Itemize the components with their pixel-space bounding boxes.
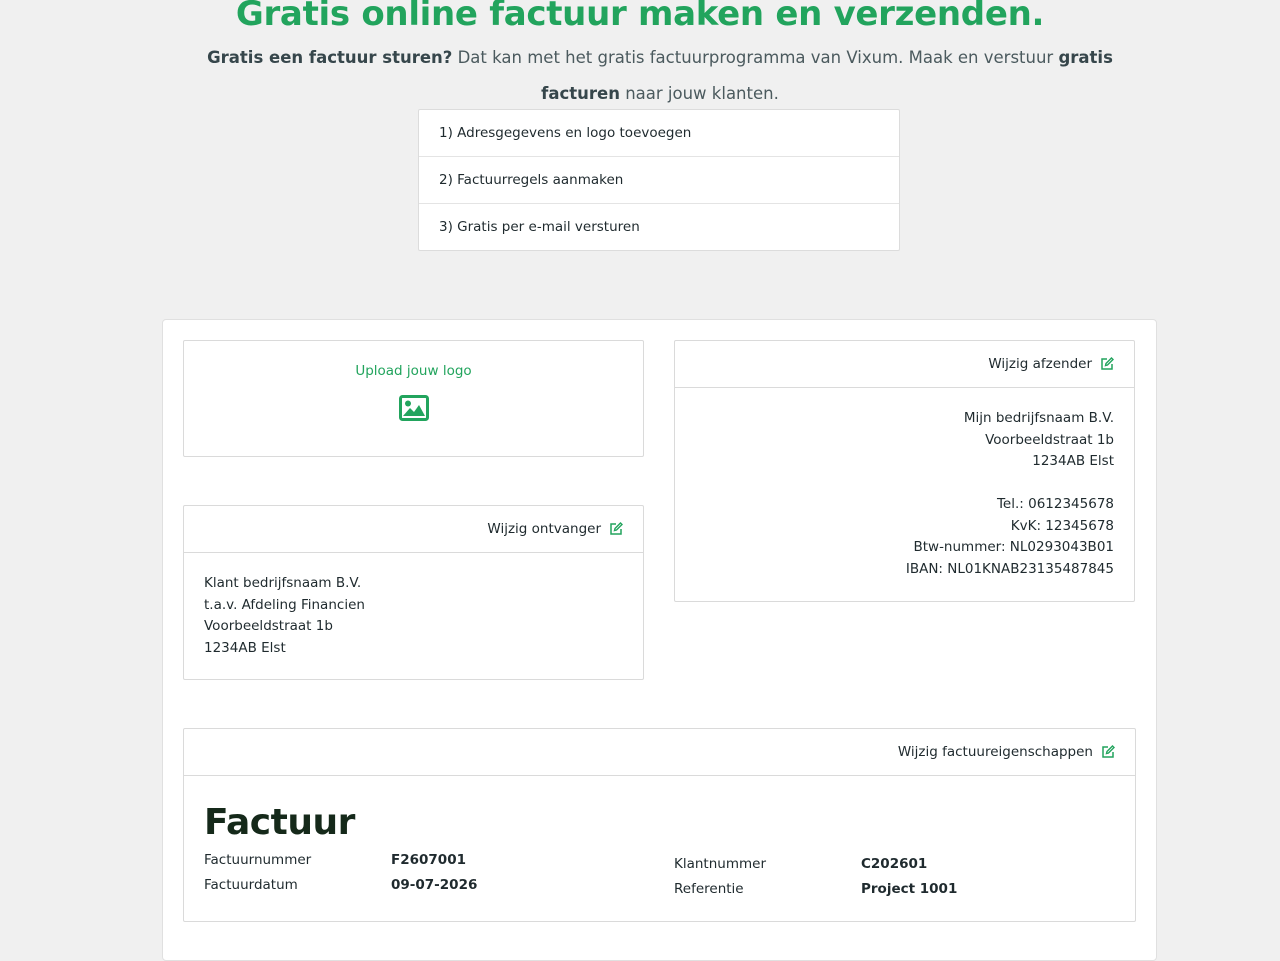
invoice-title: Factuur [204,802,355,843]
step-item-2: 2) Factuurregels aanmaken [419,157,899,204]
sender-line: Btw-nummer: NL0293043B01 [913,539,1114,555]
sender-line: Tel.: 0612345678 [996,496,1114,512]
subtitle-text-2: naar jouw klanten. [619,84,779,103]
sender-line: Mijn bedrijfsnaam B.V. [963,410,1114,426]
sender-line: KvK: 12345678 [1010,517,1114,534]
edit-recipient-link[interactable]: Wijzig ontvanger [487,521,601,537]
recipient-line: Voorbeeldstraat 1b [204,618,333,634]
edit-icon[interactable] [1101,745,1115,759]
customer-number-label: Klantnummer [674,856,766,872]
reference-label: Referentie [674,881,744,897]
logo-upload-box[interactable]: Upload jouw logo [183,340,644,457]
recipient-line: 1234AB Elst [204,639,286,656]
upload-logo-link[interactable]: Upload jouw logo [184,363,643,379]
invoice-number-value: F2607001 [391,852,466,868]
subtitle-bold-1: Gratis een factuur sturen? [207,48,453,67]
step-item-3: 3) Gratis per e-mail versturen [439,219,640,235]
recipient-line: Klant bedrijfsnaam B.V. [204,575,362,591]
sender-header[interactable]: Wijzig afzender [675,341,1134,388]
customer-number-value: C202601 [861,856,928,872]
invoice-properties-header[interactable]: Wijzig factuureigenschappen [184,729,1135,776]
invoice-number-label: Factuurnummer [204,852,312,868]
edit-icon[interactable] [609,522,623,536]
page-title: Gratis online factuur maken en verzenden… [235,0,1045,34]
sender-address: Mijn bedrijfsnaam B.V. Voorbeeldstraat 1… [675,388,1134,580]
edit-invoice-properties-link[interactable]: Wijzig factuureigenschappen [898,744,1093,760]
invoice-date-label: Factuurdatum [204,877,298,893]
recipient-box: Wijzig ontvanger Klant bedrijfsnaam B.V.… [183,505,644,680]
invoice-editor-card: Upload jouw logo Wijzig ontvanger Klant … [162,319,1157,961]
sender-spacer [695,473,1114,495]
invoice-properties-box: Wijzig factuureigenschappen Factuur Fact… [183,728,1136,922]
recipient-address: Klant bedrijfsnaam B.V. t.a.v. Afdeling … [184,553,643,659]
invoice-meta-right: Klantnummer C202601 Referentie Project 1… [674,852,1074,902]
recipient-header[interactable]: Wijzig ontvanger [184,506,643,553]
edit-icon[interactable] [1100,357,1114,371]
steps-list: 1) Adresgegevens en logo toevoegen 2) Fa… [418,109,900,251]
sender-box: Wijzig afzender Mijn bedrijfsnaam B.V. V… [674,340,1135,602]
invoice-meta-left: Factuurnummer F2607001 Factuurdatum 09-0… [204,848,604,898]
image-icon[interactable] [398,395,429,421]
reference-value: Project 1001 [861,881,958,897]
subtitle-text-1: Dat kan met het gratis factuurprogramma … [452,48,1059,67]
step-item-1: 1) Adresgegevens en logo toevoegen [419,110,899,157]
sender-line: IBAN: NL01KNAB23135487845 [905,560,1114,577]
sender-line: 1234AB Elst [1032,453,1114,469]
edit-sender-link[interactable]: Wijzig afzender [988,356,1092,372]
recipient-line: t.a.v. Afdeling Financien [204,596,365,613]
invoice-date-value: 09-07-2026 [391,877,478,893]
sender-line: Voorbeeldstraat 1b [985,431,1114,448]
page-subtitle: Gratis een factuur sturen? Dat kan met h… [175,40,1145,112]
